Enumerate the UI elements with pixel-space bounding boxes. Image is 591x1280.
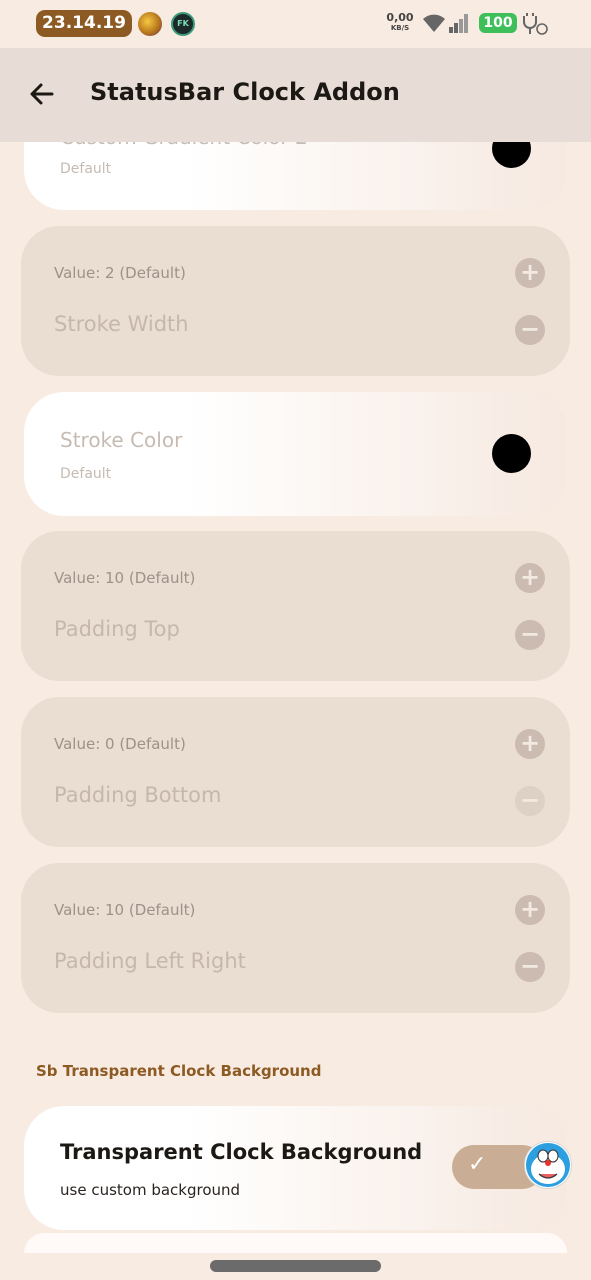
stroke-color-item[interactable]: Stroke Color Default [24, 392, 567, 516]
net-speed-indicator: 0,00 KB/S [384, 12, 416, 34]
pref-subtitle: use custom background [60, 1181, 241, 1199]
padding-top-stepper: Value: 10 (Default) Padding Top + − [21, 531, 570, 681]
page-title: StatusBar Clock Addon [90, 78, 400, 106]
stroke-width-title: Stroke Width [54, 312, 189, 336]
check-icon: ✓ [468, 1152, 487, 1177]
status-clock: 23.14.19 [36, 10, 132, 37]
wifi-icon [423, 14, 445, 32]
section-header: Sb Transparent Clock Background [36, 1062, 322, 1080]
padding-left-right-stepper: Value: 10 (Default) Padding Left Right +… [21, 863, 570, 1013]
notification-fk-icon: FK [171, 12, 195, 36]
increment-plus-icon[interactable]: + [515, 563, 545, 593]
decrement-minus-icon[interactable]: − [515, 315, 545, 345]
home-gesture-bar[interactable] [210, 1260, 381, 1272]
status-bar: 23.14.19 FK 0,00 KB/S 100 [0, 0, 591, 48]
increment-plus-icon[interactable]: + [515, 729, 545, 759]
padding-left-right-value: Value: 10 (Default) [54, 901, 196, 919]
increment-plus-icon[interactable]: + [515, 895, 545, 925]
decrement-minus-icon[interactable]: − [515, 620, 545, 650]
color-preview-swatch [492, 434, 531, 473]
net-speed-unit: KB/S [390, 24, 410, 32]
pref-title: Transparent Clock Background [60, 1140, 423, 1164]
signal-icon [449, 14, 468, 33]
transparent-clock-background-item[interactable]: Transparent Clock Background use custom … [24, 1106, 572, 1230]
increment-plus-icon[interactable]: + [515, 258, 545, 288]
stroke-width-stepper: Value: 2 (Default) Stroke Width + − [21, 226, 570, 376]
notification-app-icon [138, 12, 162, 36]
doraemon-thumb-icon [524, 1141, 572, 1189]
padding-bottom-stepper: Value: 0 (Default) Padding Bottom + − [21, 697, 570, 847]
pref-subtitle: Default [60, 466, 112, 482]
padding-top-title: Padding Top [54, 617, 180, 641]
decrement-minus-icon[interactable]: − [515, 952, 545, 982]
back-arrow-icon[interactable] [26, 78, 58, 110]
padding-top-value: Value: 10 (Default) [54, 569, 196, 587]
app-bar: StatusBar Clock Addon [0, 48, 591, 142]
pref-subtitle: Default [60, 161, 112, 177]
padding-bottom-title: Padding Bottom [54, 783, 222, 807]
stroke-width-value: Value: 2 (Default) [54, 264, 186, 282]
transparent-background-switch[interactable]: ✓ [452, 1141, 572, 1189]
next-card-edge [24, 1233, 567, 1253]
decrement-minus-icon[interactable]: − [515, 786, 545, 816]
pref-title: Stroke Color [60, 428, 183, 452]
charging-plug-icon [523, 13, 548, 35]
padding-bottom-value: Value: 0 (Default) [54, 735, 186, 753]
battery-indicator: 100 [479, 13, 517, 33]
padding-left-right-title: Padding Left Right [54, 949, 246, 973]
